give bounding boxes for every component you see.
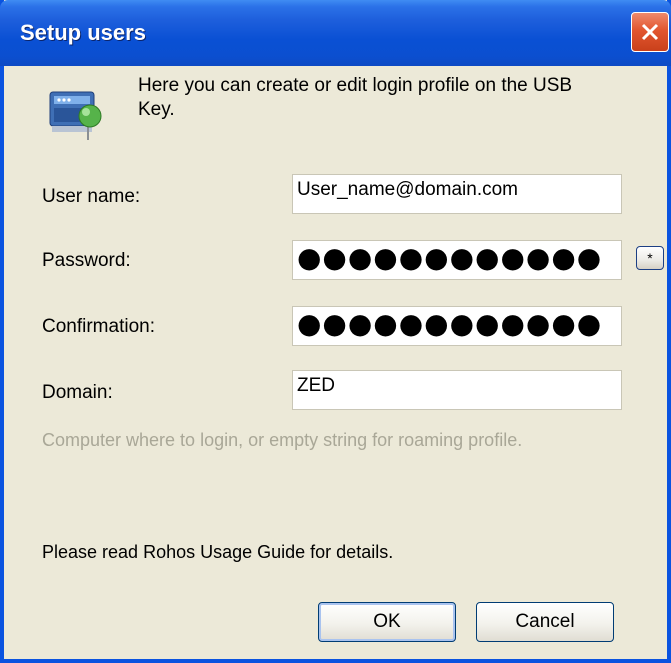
usb-key-user-icon bbox=[49, 91, 102, 140]
confirmation-label: Confirmation: bbox=[42, 316, 155, 337]
cancel-button[interactable]: Cancel bbox=[476, 602, 614, 642]
password-field[interactable]: ●●●●●●●●●●●● bbox=[292, 240, 622, 280]
usage-guide-text: Please read Rohos Usage Guide for detail… bbox=[42, 542, 394, 562]
password-label: Password: bbox=[42, 250, 131, 271]
domain-label: Domain: bbox=[42, 382, 113, 403]
ok-button[interactable]: OK bbox=[318, 602, 456, 642]
intro-text: Here you can create or edit login profil… bbox=[138, 75, 573, 120]
reveal-password-button[interactable]: * bbox=[636, 246, 664, 270]
title-bar[interactable]: Setup users bbox=[0, 0, 671, 66]
confirmation-field[interactable]: ●●●●●●●●●●●● bbox=[292, 306, 622, 346]
window-title: Setup users bbox=[20, 20, 146, 45]
close-button[interactable] bbox=[631, 12, 669, 52]
setup-users-dialog: Setup users Here you can create or edit … bbox=[0, 0, 671, 663]
domain-field[interactable]: ZED bbox=[292, 370, 622, 410]
close-icon bbox=[641, 23, 659, 41]
dialog-content: Here you can create or edit login profil… bbox=[0, 66, 671, 659]
user-name-field[interactable]: User_name@domain.com bbox=[292, 174, 622, 214]
domain-hint: Computer where to login, or empty string… bbox=[42, 430, 523, 450]
user-name-label: User name: bbox=[42, 186, 141, 207]
